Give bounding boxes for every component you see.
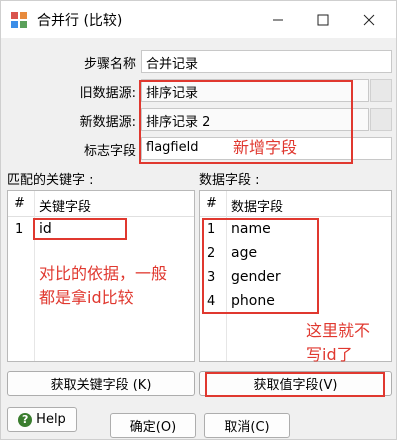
value-num-header: # <box>206 196 217 211</box>
close-icon <box>363 14 375 25</box>
row-number: 3 <box>207 270 216 285</box>
old-source-label: 旧数据源: <box>79 86 136 101</box>
cancel-button[interactable]: 取消(C) <box>204 413 290 438</box>
step-name-input[interactable]: 合并记录 <box>141 50 392 73</box>
app-icon <box>11 12 27 28</box>
dialog-window: 合并行 (比较) 步骤名称 合并记录 旧数据源: 排序记录 新数据源: 排序记录… <box>0 0 397 440</box>
help-label: Help <box>36 412 66 427</box>
old-source-dropdown-button[interactable] <box>370 79 392 102</box>
key-col-header: 关键字段 <box>39 200 92 215</box>
table-row[interactable]: 1 id <box>8 218 194 242</box>
help-icon: ? <box>18 412 33 427</box>
row-value[interactable]: age <box>231 245 257 261</box>
row-number: 1 <box>15 222 24 237</box>
new-source-label: 新数据源: <box>79 115 136 130</box>
row-value[interactable]: gender <box>231 269 281 285</box>
step-name-label: 步骤名称 <box>83 57 136 72</box>
row-number: 1 <box>207 222 216 237</box>
value-col-header: 数据字段 <box>231 200 284 215</box>
table-row[interactable]: 1 name <box>200 218 391 242</box>
close-button[interactable] <box>347 1 391 38</box>
table-row[interactable]: 3 gender <box>200 266 391 290</box>
window-title: 合并行 (比较) <box>37 13 123 29</box>
value-table-header: # 数据字段 <box>200 191 391 217</box>
annotation-key-basis-line1: 对比的依据，一般 <box>39 264 168 283</box>
key-fields-section-label: 匹配的关键字 : <box>7 173 94 188</box>
table-row[interactable]: 2 age <box>200 242 391 266</box>
row-number: 4 <box>207 294 216 309</box>
row-number: 2 <box>207 246 216 261</box>
get-value-fields-button[interactable]: 获取值字段(V) <box>199 371 392 396</box>
row-value[interactable]: name <box>231 221 271 237</box>
key-num-header: # <box>14 196 25 211</box>
new-source-dropdown-button[interactable] <box>370 108 392 131</box>
key-column-divider <box>34 191 35 361</box>
flag-field-label: 标志字段 <box>83 144 136 159</box>
row-value[interactable]: id <box>39 221 52 237</box>
key-table-header: # 关键字段 <box>8 191 194 217</box>
help-button[interactable]: ? Help <box>7 407 77 432</box>
annotation-no-id-line2: 写id了 <box>306 345 353 364</box>
title-bar: 合并行 (比较) <box>1 1 396 38</box>
annotation-new-field: 新增字段 <box>233 138 298 157</box>
value-fields-section-label: 数据字段 : <box>199 173 260 188</box>
minimize-button[interactable] <box>256 1 300 38</box>
row-value[interactable]: phone <box>231 293 275 309</box>
annotation-key-basis-line2: 都是拿id比较 <box>39 288 134 307</box>
minimize-icon <box>273 19 283 20</box>
old-source-combo[interactable]: 排序记录 <box>141 79 369 102</box>
table-row[interactable]: 4 phone <box>200 290 391 314</box>
ok-button[interactable]: 确定(O) <box>110 413 196 438</box>
new-source-combo[interactable]: 排序记录 2 <box>141 108 369 131</box>
maximize-icon <box>317 14 329 25</box>
get-key-fields-button[interactable]: 获取关键字段 (K) <box>7 371 195 396</box>
maximize-button[interactable] <box>301 1 345 38</box>
annotation-no-id-line1: 这里就不 <box>306 321 371 340</box>
